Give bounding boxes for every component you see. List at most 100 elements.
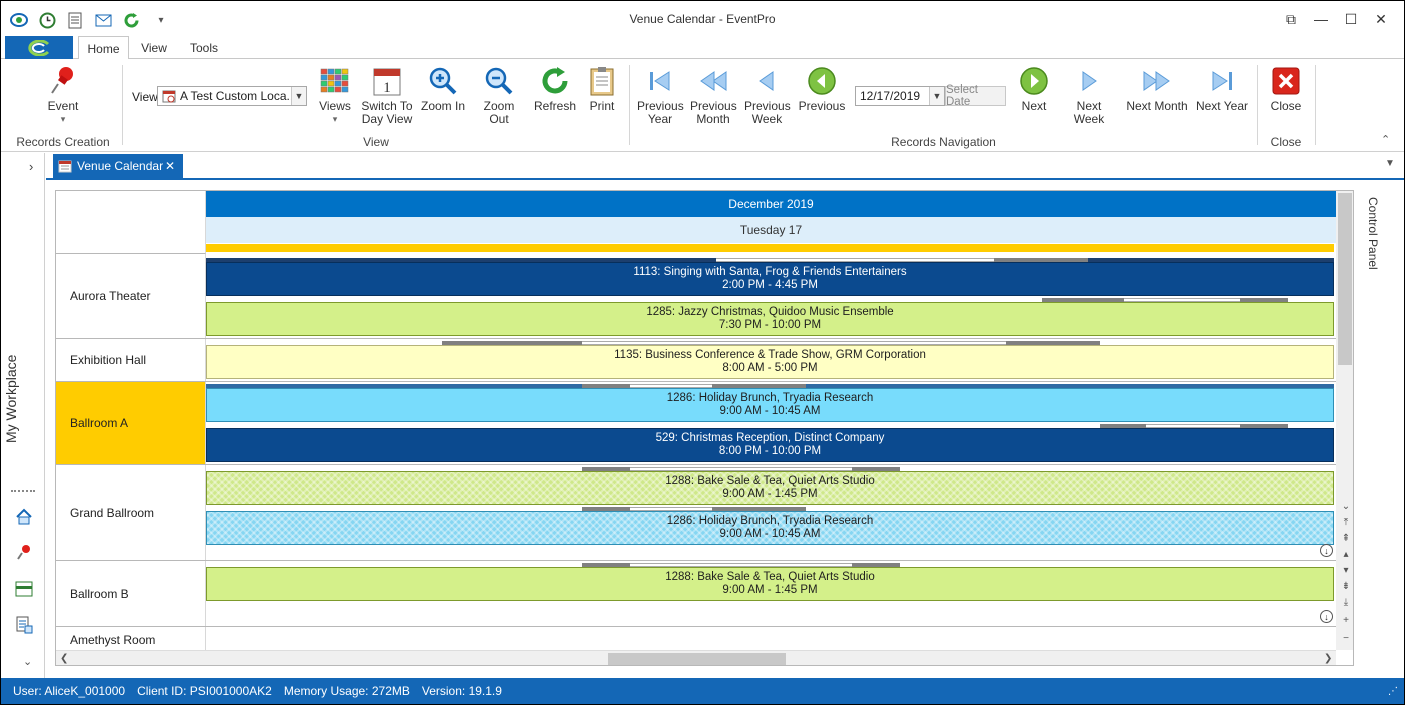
views-grid-icon xyxy=(317,65,353,97)
view-select[interactable]: A Test Custom Loca... ▼ xyxy=(157,86,307,106)
first-resource-icon[interactable]: ⤒ xyxy=(1339,515,1353,529)
date-dropdown-arrow-icon[interactable]: ▼ xyxy=(929,87,944,105)
zoom-out-button[interactable]: Zoom Out xyxy=(473,65,525,126)
event-dropdown-icon: ▾ xyxy=(60,114,66,124)
tab-tools[interactable]: Tools xyxy=(183,36,225,59)
status-client: Client ID: PSI001000AK2 xyxy=(137,684,272,698)
home-icon[interactable] xyxy=(14,507,34,527)
horizontal-scroll-thumb[interactable] xyxy=(608,653,786,665)
event-block[interactable]: 1135: Business Conference & Trade Show, … xyxy=(206,345,1334,379)
next-button[interactable]: Next xyxy=(1015,65,1053,113)
select-date-button[interactable]: Select Date xyxy=(945,84,1006,108)
previous-button[interactable]: Previous xyxy=(798,65,846,113)
day-header[interactable]: Tuesday 17 xyxy=(206,217,1336,243)
tabs-dropdown-icon[interactable]: ▼ xyxy=(1385,158,1395,169)
previous-week-icon xyxy=(744,65,790,97)
my-workplace-label[interactable]: My Workplace xyxy=(3,355,19,443)
event-title: 1288: Bake Sale & Tea, Quiet Arts Studio xyxy=(665,571,875,583)
previous-week-button[interactable]: Previous Week xyxy=(744,65,791,126)
previous-label: Previous xyxy=(798,99,846,113)
collapse-ribbon-icon[interactable]: ⌃ xyxy=(1381,133,1390,146)
decrease-rows-icon[interactable]: − xyxy=(1339,631,1353,645)
page-down-icon[interactable]: ⇟ xyxy=(1339,579,1353,593)
pushpin-small-icon[interactable] xyxy=(14,543,34,563)
tab-venue-calendar[interactable]: Venue Calendar ✕ xyxy=(53,154,183,178)
event-block[interactable]: 1288: Bake Sale & Tea, Quiet Arts Studio… xyxy=(206,471,1334,505)
event-block[interactable]: 1286: Holiday Brunch, Tryadia Research 9… xyxy=(206,511,1334,545)
maximize-button[interactable]: ☐ xyxy=(1339,9,1363,29)
next-month-label: Next Month xyxy=(1126,99,1188,113)
next-label: Next xyxy=(1021,99,1047,113)
event-block[interactable]: 1286: Holiday Brunch, Tryadia Research 9… xyxy=(206,388,1334,422)
zoom-in-button[interactable]: Zoom In xyxy=(421,65,465,113)
prev-month-line2: Month xyxy=(696,112,730,126)
tab-view[interactable]: View xyxy=(133,36,175,59)
app-menu-button[interactable] xyxy=(5,36,73,59)
event-title: 1113: Singing with Santa, Frog & Friends… xyxy=(633,266,907,278)
list-panel-icon[interactable] xyxy=(14,579,34,599)
page-up-icon[interactable]: ⇞ xyxy=(1339,531,1353,545)
views-button[interactable]: Views ▾ xyxy=(317,65,353,126)
increase-rows-icon[interactable]: + xyxy=(1339,613,1353,627)
view-select-arrow-icon[interactable]: ▼ xyxy=(291,87,306,105)
vertical-scroll-thumb[interactable] xyxy=(1338,193,1352,365)
tab-home[interactable]: Home xyxy=(78,36,129,60)
prev-resource-icon[interactable]: ▴ xyxy=(1339,547,1353,561)
doc-tab-close-icon[interactable]: ✕ xyxy=(165,159,175,173)
refresh-button[interactable]: Refresh xyxy=(533,65,577,113)
switch-to-day-view-button[interactable]: 1 Switch To Day View xyxy=(361,65,413,126)
event-title: 1135: Business Conference & Trade Show, … xyxy=(614,349,926,361)
group-separator xyxy=(1315,65,1316,145)
resize-grip-icon[interactable]: ⋰ xyxy=(1388,686,1398,697)
previous-year-icon xyxy=(637,65,683,97)
doc-tab-label: Venue Calendar xyxy=(77,159,164,173)
control-panel-toggle[interactable]: Control Panel xyxy=(1366,197,1380,270)
restore-icon[interactable]: ⧉ xyxy=(1279,9,1303,29)
zoom-out-label: Zoom Out xyxy=(483,99,515,126)
expand-sidebar-chevron-icon[interactable]: › xyxy=(29,159,33,174)
resource-name[interactable]: Ballroom A xyxy=(56,382,206,464)
previous-year-button[interactable]: Previous Year xyxy=(637,65,684,126)
prev-year-line2: Year xyxy=(647,112,673,126)
event-block[interactable]: 1285: Jazzy Christmas, Quidoo Music Ense… xyxy=(206,302,1334,336)
next-week-icon xyxy=(1060,65,1118,97)
view-group-label: View xyxy=(363,135,389,149)
switch-label-line2: Day View xyxy=(361,112,413,126)
zoom-out-icon xyxy=(473,65,525,97)
event-button[interactable]: Event ▾ xyxy=(41,65,85,126)
sidebar-splitter[interactable] xyxy=(11,490,35,492)
svg-text:1: 1 xyxy=(383,80,391,96)
scroll-right-arrow-icon[interactable]: ❯ xyxy=(1324,653,1332,664)
last-resource-icon[interactable]: ⤓ xyxy=(1339,595,1353,609)
event-title: 1285: Jazzy Christmas, Quidoo Music Ense… xyxy=(646,306,894,318)
event-block[interactable]: 529: Christmas Reception, Distinct Compa… xyxy=(206,428,1334,462)
month-header: December 2019 xyxy=(206,191,1336,217)
minimize-button[interactable]: — xyxy=(1309,9,1333,29)
scroll-down-arrow-icon[interactable]: ⌄ xyxy=(1339,499,1353,513)
zoom-in-icon xyxy=(421,65,465,97)
date-field[interactable]: 12/17/2019 ▼ xyxy=(855,86,945,106)
report-icon[interactable] xyxy=(14,615,34,635)
next-week-button[interactable]: Next Week xyxy=(1060,65,1118,126)
next-resource-icon[interactable]: ▾ xyxy=(1339,563,1353,577)
next-week-label: Next Week xyxy=(1073,99,1105,126)
horizontal-scrollbar[interactable]: ❮ ❯ xyxy=(56,650,1336,665)
tab-underline xyxy=(46,178,1404,180)
sidebar-scroll-down-icon[interactable]: ⌄ xyxy=(23,655,32,668)
event-block[interactable]: 1288: Bake Sale & Tea, Quiet Arts Studio… xyxy=(206,567,1334,601)
event-block[interactable]: 1113: Singing with Santa, Frog & Friends… xyxy=(206,262,1334,296)
scroll-left-arrow-icon[interactable]: ❮ xyxy=(60,653,68,664)
next-year-button[interactable]: Next Year xyxy=(1195,65,1249,113)
resource-name: Ballroom B xyxy=(56,561,206,626)
print-button[interactable]: Print xyxy=(585,65,619,113)
views-label: Views xyxy=(319,99,351,113)
close-window-button[interactable]: ✕ xyxy=(1369,9,1393,29)
next-month-button[interactable]: Next Month xyxy=(1125,65,1189,113)
close-button[interactable]: Close xyxy=(1266,65,1306,113)
expand-row-icon[interactable]: ↓ xyxy=(1320,610,1333,623)
ribbon-tab-row: Home View Tools xyxy=(1,36,1404,60)
expand-row-icon[interactable]: ↓ xyxy=(1320,544,1333,557)
event-time: 7:30 PM - 10:00 PM xyxy=(718,319,822,331)
group-separator xyxy=(629,65,630,145)
previous-month-button[interactable]: Previous Month xyxy=(690,65,737,126)
